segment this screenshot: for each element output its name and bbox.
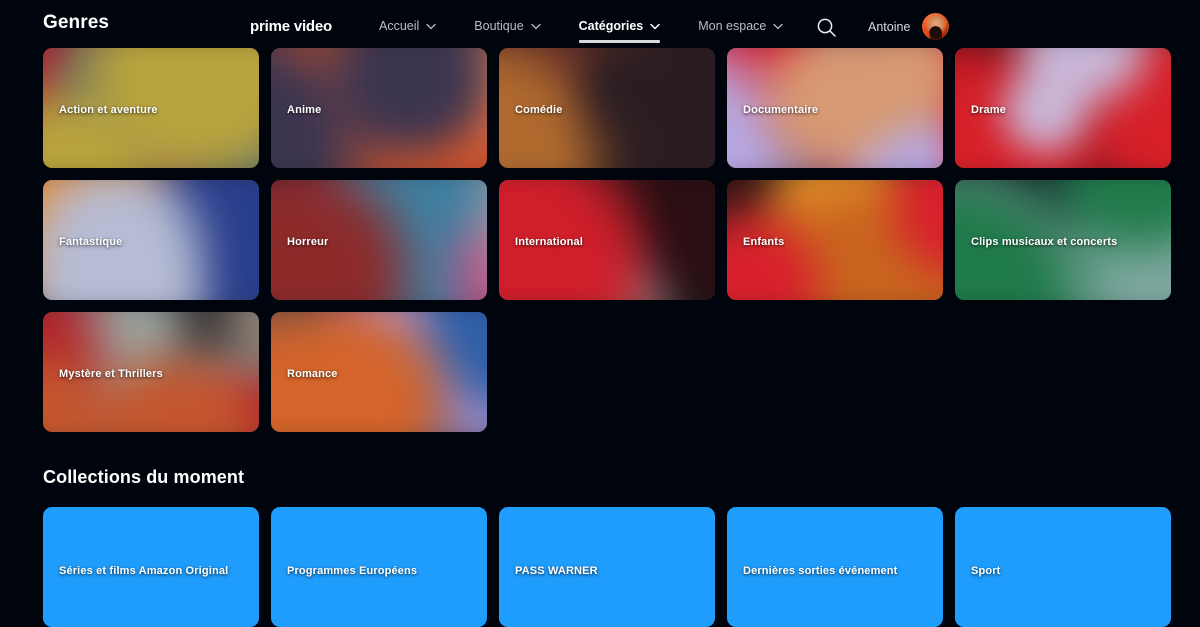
collection-card[interactable]: Dernières sorties événement bbox=[727, 507, 943, 627]
genre-card-label: Enfants bbox=[743, 236, 785, 248]
nav-item-label: Catégories bbox=[578, 19, 644, 33]
collection-card-label: Séries et films Amazon Original bbox=[59, 565, 229, 577]
genre-card[interactable]: Enfants bbox=[727, 180, 943, 300]
collection-card-label: PASS WARNER bbox=[515, 565, 598, 577]
avatar[interactable] bbox=[922, 13, 950, 40]
genre-card[interactable]: Horreur bbox=[271, 180, 487, 300]
nav-item-label: Accueil bbox=[379, 19, 420, 33]
genre-card[interactable]: Action et aventure bbox=[43, 48, 259, 168]
genre-card-label: Comédie bbox=[515, 104, 563, 116]
genre-card-label: Romance bbox=[287, 368, 338, 380]
genre-card-label: Clips musicaux et concerts bbox=[971, 236, 1118, 248]
nav-item-boutique[interactable]: Boutique bbox=[474, 0, 541, 52]
genre-card[interactable]: Anime bbox=[271, 48, 487, 168]
collection-card-label: Dernières sorties événement bbox=[743, 565, 898, 577]
primary-nav: prime video Accueil Boutique Catégories … bbox=[250, 0, 821, 52]
genres-grid: Action et aventure Anime Comédie Documentai… bbox=[43, 48, 1171, 432]
genre-card-label: Fantastique bbox=[59, 236, 123, 248]
genre-card-label: Mystère et Thrillers bbox=[59, 368, 163, 380]
nav-item-mon-espace[interactable]: Mon espace bbox=[698, 0, 784, 52]
genre-card[interactable]: Romance bbox=[271, 312, 487, 432]
genre-card-label: Action et aventure bbox=[59, 104, 158, 116]
chevron-down-icon bbox=[531, 23, 541, 30]
genre-card[interactable]: Fantastique bbox=[43, 180, 259, 300]
genre-card-label: Horreur bbox=[287, 236, 329, 248]
genre-card[interactable]: Mystère et Thrillers bbox=[43, 312, 259, 432]
collection-card[interactable]: Séries et films Amazon Original bbox=[43, 507, 259, 627]
genre-card[interactable]: International bbox=[499, 180, 715, 300]
nav-item-label: Boutique bbox=[474, 19, 524, 33]
collection-card-label: Sport bbox=[971, 565, 1001, 577]
top-navigation-bar: Genres prime video Accueil Boutique Caté… bbox=[0, 0, 1200, 52]
nav-item-categories[interactable]: Catégories bbox=[578, 0, 661, 52]
collection-card-label: Programmes Européens bbox=[287, 565, 418, 577]
genre-card-label: Documentaire bbox=[743, 104, 819, 116]
genre-card-label: Anime bbox=[287, 104, 322, 116]
genre-card[interactable]: Documentaire bbox=[727, 48, 943, 168]
genre-card[interactable]: Drame bbox=[955, 48, 1171, 168]
genre-card-label: International bbox=[515, 236, 583, 248]
chevron-down-icon bbox=[773, 23, 784, 30]
collections-section-title: Collections du moment bbox=[43, 467, 245, 487]
chevron-down-icon bbox=[650, 23, 661, 30]
nav-item-accueil[interactable]: Accueil bbox=[379, 0, 436, 52]
genre-card[interactable]: Comédie bbox=[499, 48, 715, 168]
user-menu[interactable]: Antoine bbox=[868, 13, 950, 40]
chevron-down-icon bbox=[426, 23, 436, 30]
search-icon[interactable] bbox=[813, 14, 839, 40]
page-title: Genres bbox=[43, 12, 110, 33]
collection-card[interactable]: PASS WARNER bbox=[499, 507, 715, 627]
collection-card[interactable]: Programmes Européens bbox=[271, 507, 487, 627]
genre-card[interactable]: Clips musicaux et concerts bbox=[955, 180, 1171, 300]
genre-card-label: Drame bbox=[971, 104, 1006, 116]
nav-item-label: Mon espace bbox=[698, 19, 767, 33]
collection-card[interactable]: Sport bbox=[955, 507, 1171, 627]
prime-video-logo[interactable]: prime video bbox=[250, 18, 332, 35]
user-name: Antoine bbox=[868, 19, 911, 34]
collections-grid: Séries et films Amazon Original Programme… bbox=[43, 507, 1171, 627]
